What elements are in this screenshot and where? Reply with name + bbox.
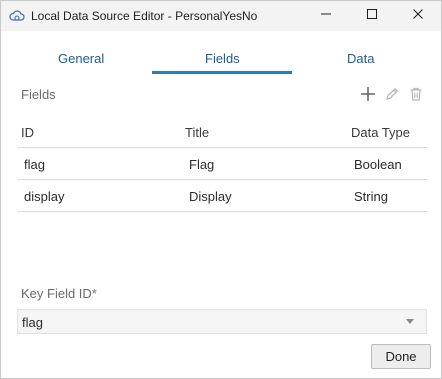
tab-data[interactable]: Data xyxy=(347,51,374,66)
column-header-data-type[interactable]: Data Type xyxy=(351,125,410,140)
done-button[interactable]: Done xyxy=(371,344,431,369)
maximize-icon xyxy=(366,7,378,25)
tab-general[interactable]: General xyxy=(58,51,104,66)
key-field-value: flag xyxy=(22,315,43,330)
chevron-down-icon xyxy=(406,319,414,324)
delete-icon[interactable] xyxy=(407,85,425,103)
cloud-data-icon xyxy=(9,8,25,24)
cell-title: Flag xyxy=(189,157,215,172)
fields-table: ID Title Data Type flag Flag Boolean dis… xyxy=(17,117,427,212)
key-field-select[interactable]: flag xyxy=(17,309,427,334)
minimize-icon xyxy=(320,7,332,25)
window-title: Local Data Source Editor - PersonalYesNo xyxy=(31,9,258,23)
dialog-window: Local Data Source Editor - PersonalYesNo… xyxy=(0,0,442,379)
cell-data-type: Boolean xyxy=(354,157,402,172)
tab-bar: General Fields Data xyxy=(1,31,441,79)
active-tab-indicator xyxy=(152,71,292,74)
cell-id: display xyxy=(24,189,65,204)
table-header: ID Title Data Type xyxy=(17,117,427,148)
table-row[interactable]: display Display String xyxy=(17,180,427,212)
close-button[interactable] xyxy=(395,1,441,31)
maximize-button[interactable] xyxy=(349,1,395,31)
close-icon xyxy=(412,7,424,25)
column-header-title[interactable]: Title xyxy=(185,125,209,140)
title-bar[interactable]: Local Data Source Editor - PersonalYesNo xyxy=(1,1,441,31)
minimize-button[interactable] xyxy=(303,1,349,31)
add-icon[interactable] xyxy=(359,85,377,103)
edit-icon[interactable] xyxy=(383,85,401,103)
cell-data-type: String xyxy=(354,189,388,204)
table-row[interactable]: flag Flag Boolean xyxy=(17,148,427,180)
key-field-label: Key Field ID* xyxy=(21,286,97,301)
cell-title: Display xyxy=(189,189,232,204)
fields-section-label: Fields xyxy=(21,87,56,102)
cell-id: flag xyxy=(24,157,45,172)
tab-fields[interactable]: Fields xyxy=(205,51,240,66)
column-header-id[interactable]: ID xyxy=(21,125,34,140)
